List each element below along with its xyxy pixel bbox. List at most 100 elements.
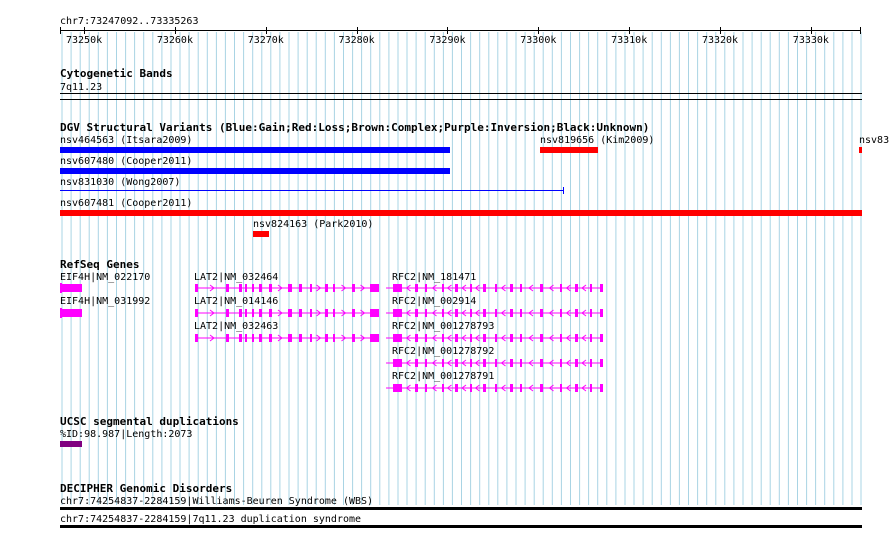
gene-exon — [415, 284, 418, 292]
gene-exon — [470, 284, 472, 292]
gene-exon — [299, 334, 302, 342]
gene-exon — [510, 284, 513, 292]
gene-exon — [269, 284, 272, 292]
gene-exon — [60, 284, 82, 292]
gene-exon — [415, 309, 418, 317]
gene-exon — [510, 309, 513, 317]
gene-exon — [520, 359, 522, 367]
gene-exon — [600, 359, 603, 367]
gene-exon — [600, 384, 603, 392]
gene-exon — [239, 284, 242, 292]
gene-exon — [310, 334, 312, 342]
gene-models[interactable] — [0, 0, 890, 535]
gene-exon — [333, 284, 335, 292]
gene-exon — [483, 334, 486, 342]
gene-exon — [288, 334, 292, 342]
gene-exon — [259, 284, 262, 292]
gene-exon — [560, 384, 562, 392]
gene-exon — [455, 359, 458, 367]
gene-exon — [245, 309, 247, 317]
gene-exon — [600, 284, 603, 292]
gene-exon — [495, 334, 497, 342]
gene-exon — [575, 284, 578, 292]
gene-exon — [269, 309, 272, 317]
gene-exon — [590, 359, 592, 367]
gene-exon — [370, 334, 379, 342]
gene-exon — [483, 359, 486, 367]
gene-exon — [226, 309, 229, 317]
gene-exon — [415, 359, 418, 367]
gene-exon — [483, 384, 486, 392]
gene-exon — [590, 309, 592, 317]
gene-exon — [195, 309, 198, 317]
gene-exon — [520, 384, 522, 392]
segdups-title: UCSC segmental duplications — [60, 415, 239, 428]
gene-exon — [540, 384, 543, 392]
gene-exon — [495, 384, 497, 392]
gene-exon — [442, 334, 444, 342]
gene-exon — [442, 284, 444, 292]
gene-exon — [259, 334, 262, 342]
gene-exon — [370, 284, 379, 292]
gene-exon — [226, 334, 229, 342]
gene-exon — [352, 284, 355, 292]
gene-exon — [590, 384, 592, 392]
gene-exon — [483, 284, 486, 292]
decipher-label[interactable]: chr7:74254837-2284159|7q11.23 duplicatio… — [60, 514, 361, 525]
gene-exon — [226, 284, 229, 292]
gene-exon — [299, 284, 302, 292]
gene-exon — [540, 284, 543, 292]
gene-exon — [575, 384, 578, 392]
gene-exon — [393, 384, 402, 392]
gene-exon — [520, 334, 522, 342]
gene-exon — [425, 359, 427, 367]
gene-exon — [495, 284, 497, 292]
gene-exon — [575, 359, 578, 367]
gene-exon — [455, 309, 458, 317]
gene-exon — [455, 284, 458, 292]
gene-exon — [470, 334, 472, 342]
segdup-label[interactable]: %ID:98.987|Length:2073 — [60, 429, 192, 440]
gene-exon — [560, 309, 562, 317]
gene-exon — [575, 309, 578, 317]
gene-exon — [540, 309, 543, 317]
gene-exon — [252, 284, 254, 292]
gene-exon — [442, 384, 444, 392]
gene-exon — [425, 334, 427, 342]
gene-exon — [520, 284, 522, 292]
decipher-bar[interactable] — [60, 525, 862, 528]
gene-exon — [239, 309, 242, 317]
gene-exon — [425, 309, 427, 317]
gene-exon — [600, 334, 603, 342]
gene-exon — [288, 284, 292, 292]
gene-exon — [575, 334, 578, 342]
decipher-label[interactable]: chr7:74254837-2284159|Williams-Beuren Sy… — [60, 496, 373, 507]
segdup-bar[interactable] — [60, 441, 82, 447]
gene-exon — [560, 359, 562, 367]
gene-exon — [195, 284, 198, 292]
gene-exon — [560, 284, 562, 292]
gene-exon — [540, 359, 543, 367]
gene-exon — [600, 309, 603, 317]
gene-exon — [455, 334, 458, 342]
gene-exon — [455, 384, 458, 392]
gene-exon — [245, 334, 247, 342]
gene-exon — [393, 284, 402, 292]
gene-exon — [540, 334, 543, 342]
gene-exon — [333, 334, 335, 342]
gene-exon — [510, 359, 513, 367]
gene-exon — [470, 309, 472, 317]
gene-exon — [393, 334, 402, 342]
gene-exon — [195, 334, 198, 342]
gene-exon — [470, 384, 472, 392]
gene-exon — [352, 334, 355, 342]
gene-exon — [60, 283, 62, 293]
gene-exon — [325, 284, 328, 292]
gene-exon — [325, 334, 328, 342]
gene-exon — [425, 384, 427, 392]
gene-exon — [252, 309, 254, 317]
gene-exon — [239, 334, 242, 342]
gene-exon — [310, 309, 312, 317]
decipher-bar[interactable] — [60, 507, 862, 510]
gene-exon — [325, 309, 328, 317]
